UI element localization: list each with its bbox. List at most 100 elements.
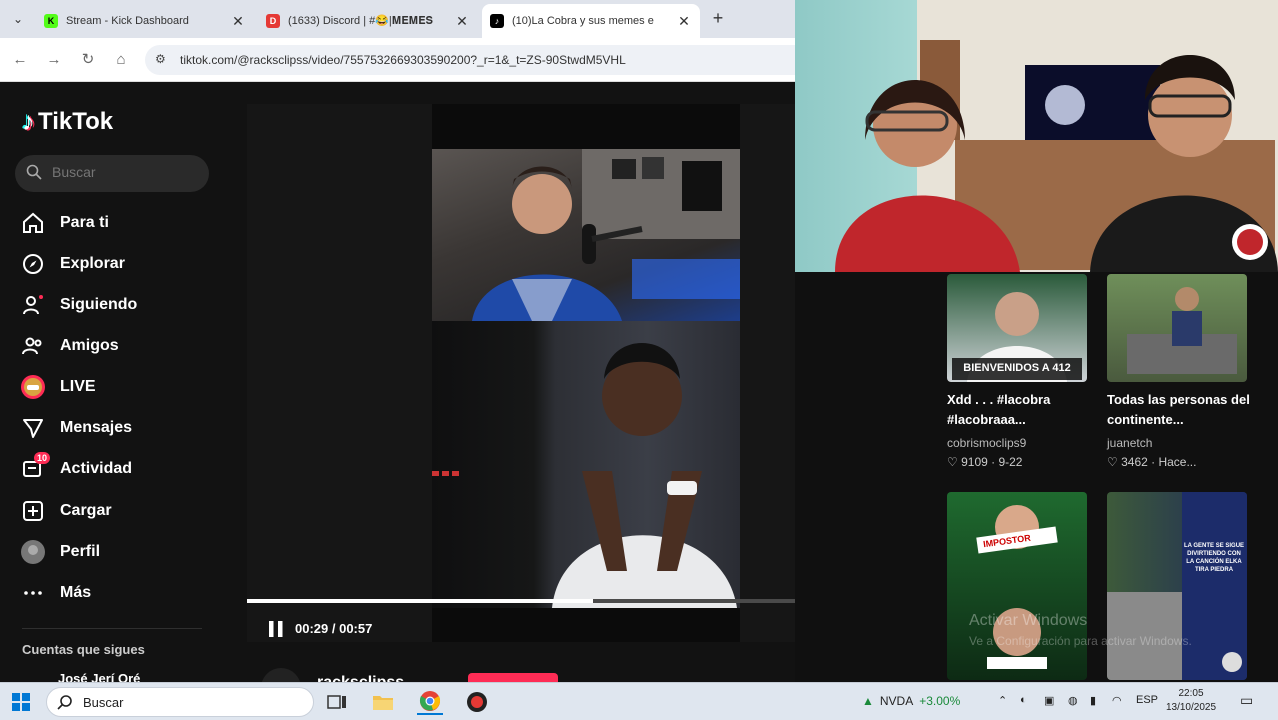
recommendation-stats: ♡ 9109 · 9-22 <box>947 455 1023 469</box>
live-icon <box>20 374 46 400</box>
new-tab-button[interactable]: + <box>708 8 728 28</box>
close-icon[interactable]: ✕ <box>676 13 692 30</box>
recommendation-user[interactable]: cobrismoclips9 <box>947 436 1026 450</box>
profile-icon <box>20 539 46 565</box>
wifi-icon[interactable]: ◠ <box>1112 694 1122 707</box>
search-icon <box>26 164 42 180</box>
nav-label: Perfil <box>60 543 101 560</box>
notifications-icon[interactable]: ▭ <box>1240 692 1253 709</box>
home-icon <box>20 210 46 236</box>
windows-activation-hint: Ve a Configuración para activar Windows. <box>969 634 1192 648</box>
discord-icon: D <box>266 14 280 28</box>
author-avatar[interactable] <box>261 668 301 682</box>
reload-icon[interactable]: ↻ <box>78 50 98 70</box>
video-frame[interactable] <box>432 104 740 642</box>
nav-label: Cargar <box>60 502 112 519</box>
nav-mensajes[interactable]: Mensajes <box>20 415 132 441</box>
url-text[interactable]: tiktok.com/@racksclipss/video/7557532669… <box>180 53 626 67</box>
streamer-clip <box>432 149 740 321</box>
search-icon <box>57 695 72 710</box>
tiktok-sidebar: ♪ TikTok Para ti Explorar Siguiendo <box>0 82 230 682</box>
close-icon[interactable]: ✕ <box>454 13 470 30</box>
followed-account[interactable]: José Jerí Oré <box>58 671 140 682</box>
sidebar-divider <box>22 628 202 629</box>
nav-cargar[interactable]: Cargar <box>20 498 112 524</box>
tray-app-icon[interactable]: ◍ <box>1068 694 1078 707</box>
nav-label: Siguiendo <box>60 296 138 313</box>
clock-date: 13/10/2025 <box>1165 702 1217 713</box>
nav-actividad[interactable]: 10 Actividad <box>20 452 132 482</box>
pause-icon[interactable] <box>267 620 285 638</box>
recommended-video-thumb[interactable]: IMPOSTOR <box>947 492 1087 680</box>
nav-amigos[interactable]: Amigos <box>20 333 119 359</box>
upload-icon <box>20 498 46 524</box>
stock-name: NVDA <box>879 694 914 708</box>
author-name[interactable]: racksclipss <box>317 674 404 682</box>
compass-icon <box>20 251 46 277</box>
nav-label: LIVE <box>60 378 96 395</box>
back-icon[interactable]: ← <box>10 50 30 70</box>
taskbar-search[interactable]: Buscar <box>46 687 314 717</box>
clock-time: 22:05 <box>1178 688 1204 699</box>
tab-title: Stream - Kick Dashboard <box>66 15 189 27</box>
tiktok-logo[interactable]: ♪ TikTok <box>22 106 113 137</box>
browser-tabstrip: ⌄ K Stream - Kick Dashboard ✕ D (1633) D… <box>0 0 795 38</box>
recommendation-title[interactable]: Xdd . . . #lacobra #lacobraaa... <box>947 390 1097 430</box>
recommended-video-thumb[interactable]: BIENVENIDOS A 412 <box>947 274 1087 382</box>
stock-change: +3.00% <box>919 694 961 708</box>
tab-title: (10)La Cobra y sus memes e <box>512 15 654 27</box>
nav-live[interactable]: LIVE <box>20 374 96 400</box>
tab-search-dropdown[interactable]: ⌄ <box>8 9 28 29</box>
activity-badge: 10 <box>33 452 50 464</box>
webcam-overlay <box>795 0 1278 272</box>
recommendation-title[interactable]: Todas las personas del continente... <box>1107 390 1257 430</box>
tray-app-icon[interactable]: ▣ <box>1044 694 1054 707</box>
search-input[interactable] <box>52 164 202 180</box>
task-view-icon[interactable] <box>324 689 350 715</box>
kick-icon: K <box>44 14 58 28</box>
windows-activation-watermark: Activar Windows <box>969 612 1088 629</box>
forward-icon[interactable]: → <box>44 50 64 70</box>
tray-app-icon[interactable]: ◐ <box>1020 694 1027 706</box>
nav-perfil[interactable]: Perfil <box>20 539 100 565</box>
tray-chevron-icon[interactable]: ⌃ <box>998 694 1007 707</box>
right-panel: BIENVENIDOS A 412 Xdd . . . #lacobra #la… <box>795 0 1278 682</box>
stock-widget[interactable]: ▲ NVDA +3.00% <box>862 694 960 708</box>
more-icon <box>20 580 46 606</box>
thumb-overlay-text: LA GENTE SE SIGUE DIVIRTIENDO CON LA CAN… <box>1183 543 1245 573</box>
thumb-overlay-text: BIENVENIDOS A 412 <box>963 362 1071 374</box>
followed-heading: Cuentas que sigues <box>22 642 145 657</box>
search-box[interactable] <box>15 155 209 192</box>
messages-icon <box>20 415 46 441</box>
recommended-video-thumb[interactable]: LA GENTE SE SIGUE DIVIRTIENDO CON LA CAN… <box>1107 492 1247 680</box>
nav-mas[interactable]: Más <box>20 580 91 606</box>
recommendation-stats: ♡ 3462 · Hace... <box>1107 455 1197 469</box>
site-info-icon[interactable]: ⚙ <box>155 52 166 66</box>
nav-para-ti[interactable]: Para ti <box>20 210 109 236</box>
playback-time: 00:29 / 00:57 <box>295 621 373 636</box>
file-explorer-icon[interactable] <box>370 689 396 715</box>
taskbar-clock[interactable]: 22:05 13/10/2025 <box>1164 687 1218 715</box>
address-bar[interactable]: ⚙ tiktok.com/@racksclipss/video/75575326… <box>145 45 795 75</box>
close-icon[interactable]: ✕ <box>230 13 246 30</box>
windows-start-icon[interactable] <box>12 693 30 711</box>
chrome-icon[interactable] <box>417 689 443 715</box>
follow-button[interactable] <box>468 673 558 682</box>
progress-fill <box>247 599 593 603</box>
browser-tab-tiktok[interactable]: ♪ (10)La Cobra y sus memes e ✕ <box>482 4 700 38</box>
browser-tab-kick[interactable]: K Stream - Kick Dashboard ✕ <box>36 4 254 38</box>
recording-app-icon[interactable] <box>464 689 490 715</box>
recommended-video-thumb[interactable] <box>1107 274 1247 382</box>
nav-siguiendo[interactable]: Siguiendo <box>20 292 137 318</box>
nav-label: Mensajes <box>60 419 133 436</box>
home-icon[interactable]: ⌂ <box>111 50 131 70</box>
browser-tab-discord[interactable]: D (1633) Discord | #😂|𝐌𝐄𝐌𝐄𝐒 ✕ <box>258 4 478 38</box>
nav-label: Para ti <box>60 214 109 231</box>
following-icon <box>20 292 46 318</box>
nav-label: Amigos <box>60 337 119 354</box>
language-indicator[interactable]: ESP <box>1136 694 1158 706</box>
nav-explorar[interactable]: Explorar <box>20 251 125 277</box>
taskbar-search-text: Buscar <box>83 695 124 710</box>
recommendation-user[interactable]: juanetch <box>1107 436 1152 450</box>
usb-icon[interactable]: ▮ <box>1090 694 1096 707</box>
